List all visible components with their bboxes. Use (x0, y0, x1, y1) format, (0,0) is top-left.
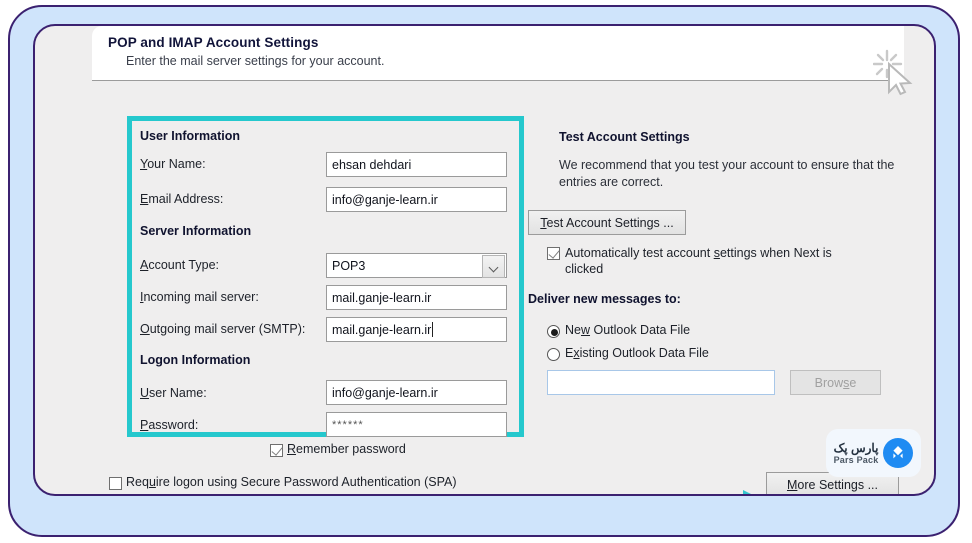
radio-new-outlook-data-file[interactable] (547, 325, 560, 338)
dialog-header: POP and IMAP Account Settings Enter the … (92, 26, 904, 80)
precision-select-cursor-icon (872, 48, 921, 96)
test-account-heading: Test Account Settings (559, 130, 690, 144)
your-name-input[interactable]: ehsan dehdari (326, 152, 507, 177)
left-settings-form: User Information Your Name: ehsan dehdar… (127, 116, 524, 437)
account-type-value: POP3 (332, 258, 366, 273)
page-title: POP and IMAP Account Settings (108, 35, 319, 50)
annotation-arrow-icon (583, 488, 798, 494)
existing-data-file-input[interactable] (547, 370, 775, 395)
screenshot-stage: POP and IMAP Account Settings Enter the … (0, 0, 972, 543)
label-account-type: Account Type: (140, 258, 219, 272)
label-incoming-mail-server: Incoming mail server: (140, 290, 259, 304)
label-email-address: Email Address: (140, 192, 224, 206)
remember-password-label: Remember password (287, 442, 406, 456)
deliver-new-messages-heading: Deliver new messages to: (528, 292, 681, 306)
auto-test-checkbox[interactable] (547, 247, 560, 260)
test-account-description: We recommend that you test your account … (559, 158, 895, 189)
diamond-logo-icon (883, 438, 914, 468)
auto-test-label: Automatically test account settings when… (565, 246, 832, 276)
browse-button[interactable]: Browse (790, 370, 881, 395)
parspack-name-fa: پارس پک (833, 440, 879, 455)
chevron-down-icon[interactable] (482, 255, 505, 278)
text-caret (432, 322, 434, 337)
radio-new-outlook-data-file-label: New Outlook Data File (565, 323, 691, 337)
more-settings-label: More Settings ... (786, 477, 879, 492)
require-spa-checkbox[interactable] (109, 477, 122, 490)
parspack-wordmark: پارس پک Pars Pack (834, 442, 879, 465)
account-settings-dialog: POP and IMAP Account Settings Enter the … (33, 24, 936, 496)
parspack-watermark: پارس پک Pars Pack (826, 429, 921, 477)
page-subtitle: Enter the mail server settings for your … (126, 54, 385, 68)
label-outgoing-mail-server: Outgoing mail server (SMTP): (140, 322, 306, 336)
radio-existing-outlook-data-file[interactable] (547, 348, 560, 361)
user-name-input[interactable]: info@ganje-learn.ir (326, 380, 507, 405)
parspack-name-en: Pars Pack (833, 454, 879, 465)
test-account-settings-button[interactable]: Test Account Settings ... (528, 210, 686, 235)
password-input[interactable]: ****** (326, 412, 507, 437)
label-your-name: Your Name: (140, 157, 206, 171)
require-spa-label: Require logon using Secure Password Auth… (126, 475, 457, 489)
outgoing-mail-server-value: mail.ganje-learn.ir (332, 322, 432, 337)
section-logon-information: Logon Information (140, 353, 251, 367)
browse-label: Browse (814, 375, 857, 390)
radio-existing-outlook-data-file-label: Existing Outlook Data File (565, 346, 709, 360)
test-account-panel: Test Account Settings We recommend that … (559, 130, 929, 191)
outgoing-mail-server-input[interactable]: mail.ganje-learn.ir (326, 317, 507, 342)
header-divider (92, 80, 904, 81)
account-type-select[interactable]: POP3 (326, 253, 507, 278)
test-account-settings-label: Test Account Settings ... (540, 215, 674, 230)
incoming-mail-server-input[interactable]: mail.ganje-learn.ir (326, 285, 507, 310)
remember-password-checkbox[interactable] (270, 444, 283, 457)
section-server-information: Server Information (140, 224, 252, 238)
label-user-name: User Name: (140, 386, 207, 400)
section-user-information: User Information (140, 129, 241, 143)
email-address-input[interactable]: info@ganje-learn.ir (326, 187, 507, 212)
label-password: Password: (140, 418, 199, 432)
